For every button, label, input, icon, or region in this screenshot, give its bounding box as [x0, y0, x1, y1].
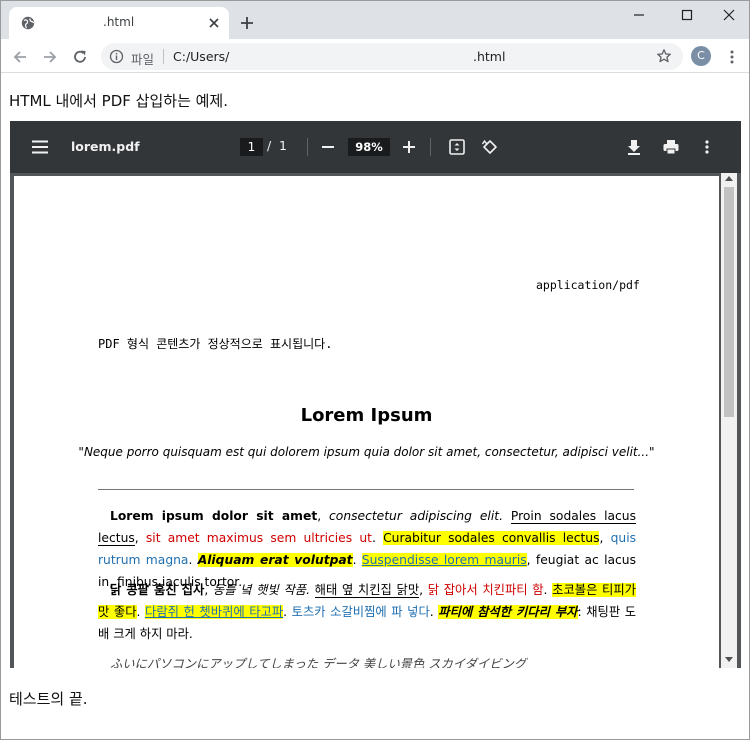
print-icon[interactable] [662, 138, 680, 156]
text-run: . [371, 531, 384, 545]
tab-title: .html [103, 15, 135, 29]
url-scheme-label: 파일 [131, 52, 155, 67]
text-run: . [429, 605, 439, 619]
download-icon[interactable] [625, 138, 643, 156]
address-bar[interactable]: 파일 C:/Users/ .html [101, 43, 683, 70]
text-run: , [204, 583, 213, 597]
minimize-icon[interactable] [631, 7, 647, 23]
blue-text: 토츠카 소갈비찜에 파 넣다 [291, 605, 430, 619]
url-divider [163, 49, 164, 64]
bold-text: Lorem ipsum dolor sit amet [110, 509, 318, 523]
underlined-text: 해태 옆 치킨집 닭맛 [314, 583, 420, 598]
close-window-icon[interactable] [721, 7, 737, 23]
rotate-icon[interactable] [481, 138, 499, 156]
text-run: , [317, 509, 330, 523]
browser-window: .html 파일 C:/Users/ .html C HTML 내에서 PDF … [0, 0, 750, 740]
pdf-embed[interactable]: lorem.pdf 1 / 1 98% application/pdf PDF … [10, 121, 741, 668]
highlighted-text: Curabitur sodales convallis lectus [383, 531, 600, 545]
page-number-input[interactable]: 1 [240, 138, 263, 156]
url-filename: .html [473, 49, 506, 64]
text-run: , [419, 583, 428, 597]
page-total: 1 [279, 138, 287, 153]
globe-icon [21, 16, 35, 30]
browser-tab[interactable]: .html [9, 7, 229, 39]
pdf-notice: PDF 형식 콘텐츠가 정상적으로 표시됩니다. [98, 337, 333, 351]
paragraph-korean: 닭 콩팥 훔친 집사, 동틀 녘 햇빛 작품. 해태 옆 치킨집 닭맛, 닭 잡… [98, 579, 636, 645]
highlighted-bold-italic-text: 파티에 참석한 키다리 부자 [438, 605, 578, 619]
red-text: sit amet maximus sem ultricies ut [145, 531, 372, 545]
bold-text: 닭 콩팥 훔친 집사 [110, 583, 205, 597]
scroll-down-arrow-icon[interactable] [725, 657, 733, 662]
document-quote: "Neque porro quisquam est qui dolorem ip… [78, 445, 655, 459]
pdf-toolbar: lorem.pdf 1 / 1 98% [10, 121, 741, 173]
close-tab-icon[interactable] [207, 16, 221, 30]
intro-text: HTML 내에서 PDF 삽입하는 예제. [9, 92, 229, 110]
toolbar-divider [307, 138, 308, 156]
text-run: . [352, 553, 362, 567]
new-tab-icon[interactable] [239, 15, 255, 31]
text-run [503, 509, 511, 523]
profile-avatar[interactable]: C [691, 46, 711, 66]
zoom-level-input[interactable]: 98% [348, 138, 390, 156]
toolbar-divider [430, 138, 431, 156]
scroll-up-arrow-icon[interactable] [725, 176, 733, 181]
text-run: , [134, 531, 146, 545]
zoom-out-icon[interactable] [322, 146, 334, 148]
pdf-scrollbar[interactable] [721, 173, 737, 668]
highlighted-bold-italic-text: Aliquam erat volutpat [197, 553, 353, 567]
browser-toolbar: 파일 C:/Users/ .html C [1, 39, 749, 73]
text-run [310, 583, 315, 597]
back-arrow-icon[interactable] [11, 48, 29, 66]
text-run: . [283, 605, 292, 619]
url-path: C:/Users/ [173, 49, 230, 64]
forward-arrow-icon[interactable] [41, 48, 59, 66]
text-run: . [136, 605, 145, 619]
more-options-icon[interactable] [698, 138, 716, 156]
text-run: . [188, 553, 198, 567]
italic-text: consectetur adipiscing elit. [329, 509, 503, 523]
document-title: Lorem Ipsum [300, 405, 433, 426]
fit-to-page-icon[interactable] [448, 138, 466, 156]
highlighted-link-text: 다람쥐 헌 쳇바퀴에 타고파 [145, 605, 284, 619]
maximize-icon[interactable] [679, 7, 695, 23]
page-separator: / [267, 138, 272, 153]
reload-icon[interactable] [71, 48, 89, 66]
pdf-page: application/pdf PDF 형식 콘텐츠가 정상적으로 표시됩니다.… [14, 176, 719, 668]
tab-strip: .html [1, 1, 749, 39]
browser-menu-icon[interactable] [725, 49, 739, 65]
outro-text: 테스트의 끝. [9, 690, 88, 708]
scroll-thumb[interactable] [724, 187, 734, 417]
bookmark-star-icon[interactable] [656, 48, 672, 64]
italic-text: 동틀 녘 햇빛 작품. [212, 583, 310, 597]
info-icon[interactable] [109, 49, 124, 64]
zoom-in-icon[interactable] [403, 141, 415, 153]
mime-type-label: application/pdf [536, 278, 640, 292]
horizontal-rule [98, 489, 634, 490]
highlighted-link-text: Suspendisse lorem mauris [361, 553, 527, 567]
hamburger-menu-icon[interactable] [32, 140, 48, 154]
text-run: , [599, 531, 611, 545]
red-text: 닭 잡아서 치킨파티 함 [427, 583, 544, 597]
paragraph-japanese: ふいにパソコンにアップしてしまった データ 美しい景色 スカイダイビング [110, 657, 527, 668]
pdf-filename: lorem.pdf [71, 139, 140, 154]
text-run: . [543, 583, 553, 597]
